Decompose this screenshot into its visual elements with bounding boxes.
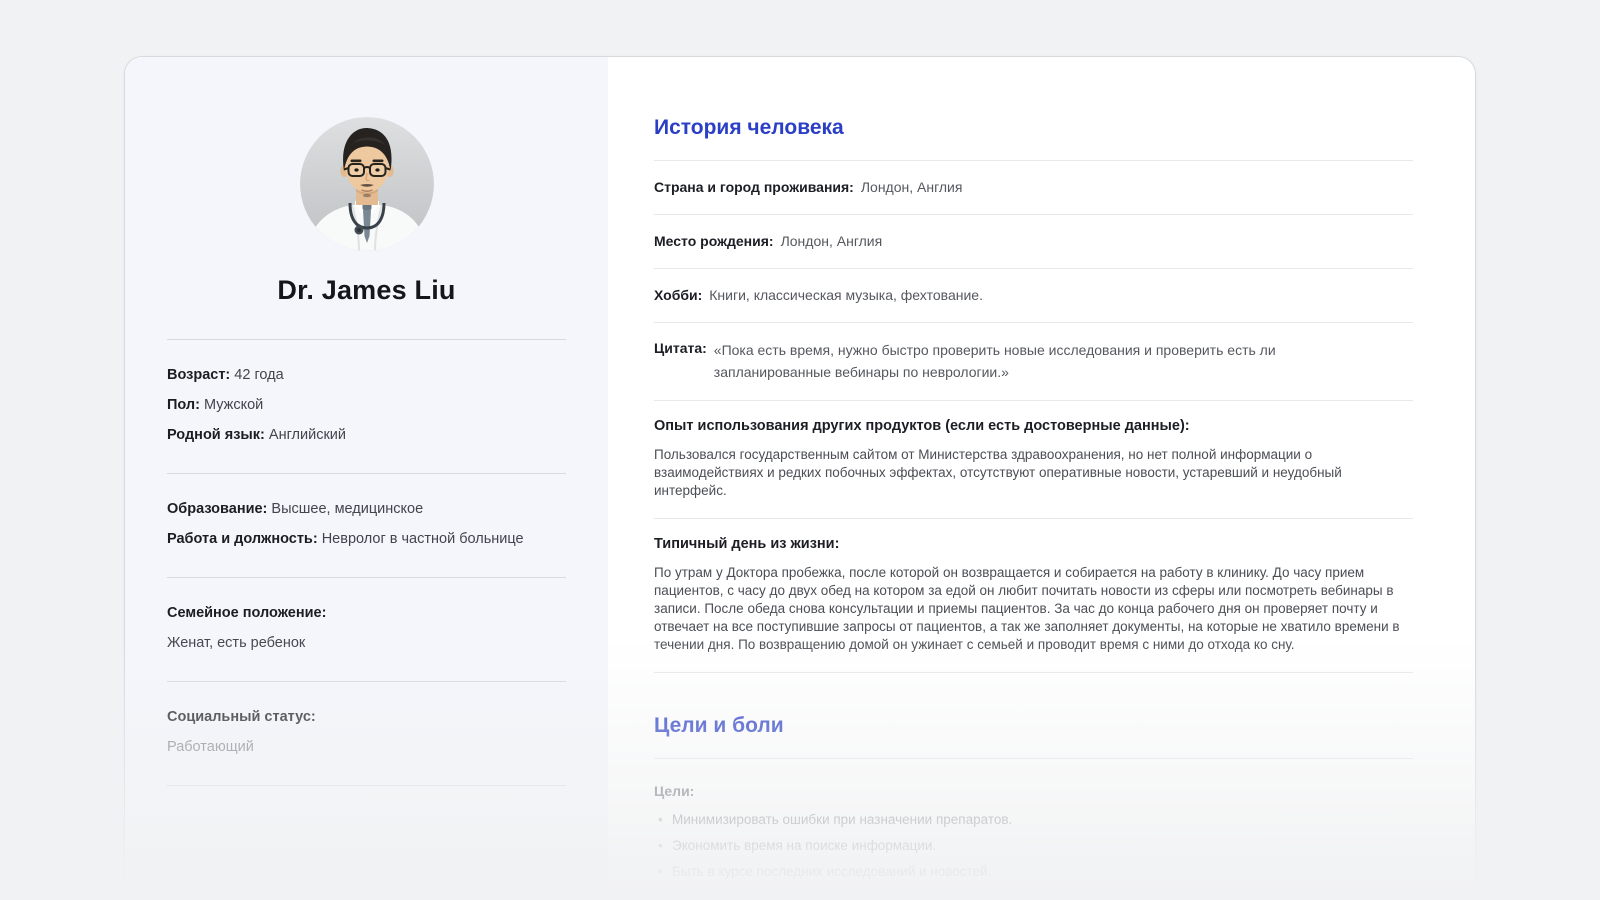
attribute-row-language: Родной язык: Английский — [167, 426, 566, 445]
attribute-label: Образование: — [167, 501, 267, 517]
section-typical-day: Типичный день из жизни: По утрам у Докто… — [654, 519, 1413, 673]
profile-name: Dr. James Liu — [167, 275, 566, 306]
section-title: Опыт использования других продуктов (есл… — [654, 417, 1413, 436]
social-status-label: Социальный статус: — [167, 708, 566, 727]
info-label: Страна и город проживания: — [654, 178, 854, 196]
attribute-row-gender: Пол: Мужской — [167, 396, 566, 415]
persona-card: Dr. James Liu Возраст: 42 года Пол: Мужс… — [124, 56, 1476, 900]
story-section-title: История человека — [654, 115, 1413, 141]
section-title: Типичный день из жизни: — [654, 535, 1413, 554]
info-label: Хобби: — [654, 286, 702, 304]
attribute-value: Невролог в частной больнице — [322, 531, 524, 547]
section-other-products: Опыт использования других продуктов (есл… — [654, 401, 1413, 519]
attribute-label: Работа и должность: — [167, 531, 318, 547]
profile-sidebar: Dr. James Liu Возраст: 42 года Пол: Мужс… — [125, 57, 608, 900]
attribute-value: Высшее, медицинское — [271, 501, 423, 517]
attribute-row-job: Работа и должность: Невролог в частной б… — [167, 530, 566, 549]
doctor-portrait-icon — [300, 117, 434, 251]
info-row-residence: Страна и город проживания: Лондон, Англи… — [654, 161, 1413, 215]
info-row-birthplace: Место рождения: Лондон, Англия — [654, 215, 1413, 269]
attribute-label: Родной язык: — [167, 427, 265, 443]
info-value: Книги, классическая музыка, фехтование. — [709, 286, 983, 304]
family-status-label: Семейное положение: — [167, 604, 566, 623]
family-status-value: Женат, есть ребенок — [167, 634, 566, 653]
goals-list-item: Минимизировать ошибки при назначении пре… — [654, 811, 1413, 829]
divider — [654, 758, 1413, 759]
info-row-hobbies: Хобби: Книги, классическая музыка, фехто… — [654, 269, 1413, 323]
info-value: Лондон, Англия — [781, 232, 883, 250]
attribute-row-education: Образование: Высшее, медицинское — [167, 500, 566, 519]
social-status-value: Работающий — [167, 738, 566, 757]
info-label: Место рождения: — [654, 232, 774, 250]
attribute-label: Возраст: — [167, 367, 230, 383]
section-body: Пользовался государственным сайтом от Ми… — [654, 446, 1413, 500]
attribute-value: 42 года — [234, 367, 283, 383]
attributes-basic-group: Возраст: 42 года Пол: Мужской Родной язы… — [167, 339, 566, 473]
goals-list-item: Быть в курсе последних исследований и но… — [654, 863, 1413, 881]
attribute-label: Пол: — [167, 397, 200, 413]
attributes-family-group: Семейное положение: Женат, есть ребенок — [167, 577, 566, 681]
attribute-value: Английский — [269, 427, 346, 443]
section-body: По утрам у Доктора пробежка, после котор… — [654, 564, 1413, 654]
info-value: Лондон, Англия — [861, 178, 963, 196]
avatar — [300, 117, 434, 251]
goals-list-item: Экономить время на поиске информации. — [654, 837, 1413, 855]
attribute-value: Мужской — [204, 397, 263, 413]
attribute-row-age: Возраст: 42 года — [167, 366, 566, 385]
info-label: Цитата: — [654, 339, 707, 383]
persona-content: История человека Страна и город проживан… — [608, 57, 1475, 900]
attributes-work-group: Образование: Высшее, медицинское Работа … — [167, 473, 566, 577]
goals-list: Минимизировать ошибки при назначении пре… — [654, 811, 1413, 881]
goals-sublabel: Цели: — [654, 783, 1413, 799]
goals-section-title: Цели и боли — [654, 713, 1413, 739]
attributes-social-group: Социальный статус: Работающий — [167, 681, 566, 786]
info-row-quote: Цитата: «Пока есть время, нужно быстро п… — [654, 323, 1413, 401]
quote-text: «Пока есть время, нужно быстро проверить… — [714, 339, 1369, 383]
profile-attributes: Возраст: 42 года Пол: Мужской Родной язы… — [167, 339, 566, 786]
